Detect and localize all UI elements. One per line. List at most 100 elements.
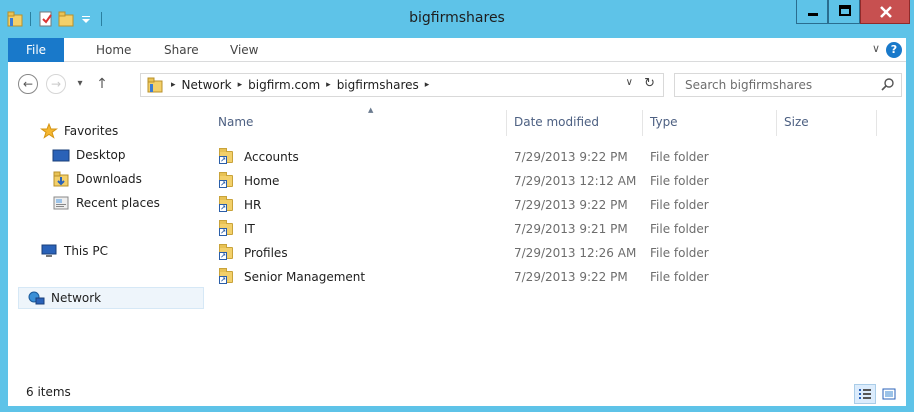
refresh-icon[interactable]: ↻ (644, 76, 655, 91)
forward-button[interactable]: → (46, 74, 66, 94)
address-dropdown-icon[interactable]: ∨ (626, 77, 633, 88)
breadcrumb-separator[interactable]: ▸ (171, 74, 176, 96)
table-row[interactable]: ↗ Home 7/29/2013 12:12 AM File folder (218, 170, 878, 192)
sort-ascending-icon: ▲ (368, 106, 374, 114)
shared-folder-icon: ↗ (218, 172, 234, 189)
file-date: 7/29/2013 9:22 PM (514, 270, 628, 284)
search-box[interactable] (674, 73, 902, 97)
breadcrumb-bigfirm-com[interactable]: bigfirm.com (248, 74, 320, 96)
column-header-size[interactable]: Size (784, 104, 809, 140)
recent-locations-button[interactable]: ▾ (70, 74, 90, 94)
file-type: File folder (650, 174, 709, 188)
content-area: Favorites Desktop Downloads Recent place… (8, 104, 906, 380)
breadcrumb-bigfirmshares[interactable]: bigfirmshares (337, 74, 419, 96)
shared-folder-icon: ↗ (218, 268, 234, 285)
ribbon-tabs: File Home Share View ∨ ? (8, 38, 906, 62)
maximize-icon (839, 5, 851, 16)
close-button[interactable] (860, 0, 910, 24)
file-list[interactable]: Name ▲ Date modified Type Size ↗ Account… (218, 104, 906, 380)
table-row[interactable]: ↗ Profiles 7/29/2013 12:26 AM File folde… (218, 242, 878, 264)
address-bar[interactable]: ▸ Network ▸ bigfirm.com ▸ bigfirmshares … (140, 73, 664, 97)
column-divider[interactable] (876, 110, 877, 136)
sidebar-item-favorites[interactable]: Favorites (39, 120, 119, 142)
table-row[interactable]: ↗ IT 7/29/2013 9:21 PM File folder (218, 218, 878, 240)
search-input[interactable] (675, 74, 875, 96)
downloads-icon (52, 171, 70, 187)
file-date: 7/29/2013 12:26 AM (514, 246, 637, 260)
navigation-pane[interactable]: Favorites Desktop Downloads Recent place… (8, 104, 208, 380)
expand-ribbon-button[interactable]: ∨ (872, 42, 880, 55)
file-type: File folder (650, 270, 709, 284)
breadcrumb-network[interactable]: Network (182, 74, 232, 96)
close-icon (880, 6, 892, 18)
details-view-button[interactable] (854, 384, 876, 404)
shared-folder-icon: ↗ (218, 196, 234, 213)
file-date: 7/29/2013 12:12 AM (514, 174, 637, 188)
file-date: 7/29/2013 9:21 PM (514, 222, 628, 236)
window-title: bigfirmshares (409, 10, 505, 26)
table-row[interactable]: ↗ Senior Management 7/29/2013 9:22 PM Fi… (218, 266, 878, 288)
maximize-button[interactable] (828, 0, 860, 24)
column-header-label: Date modified (514, 115, 600, 129)
network-icon (27, 290, 45, 306)
window-controls (796, 0, 910, 24)
breadcrumb-separator[interactable]: ▸ (425, 74, 430, 96)
column-divider[interactable] (776, 110, 777, 136)
sidebar-item-label: This PC (64, 244, 108, 258)
file-name: Accounts (244, 150, 299, 164)
computer-icon (40, 243, 58, 259)
file-name: Home (244, 174, 280, 188)
search-icon[interactable] (881, 77, 895, 91)
star-icon (39, 122, 59, 139)
details-view-icon (859, 389, 871, 399)
breadcrumb-separator[interactable]: ▸ (326, 74, 331, 96)
column-header-label: Type (650, 115, 678, 129)
file-name: Senior Management (244, 270, 366, 284)
sidebar-item-this-pc[interactable]: This PC (40, 240, 108, 262)
sidebar-item-downloads[interactable]: Downloads (52, 168, 142, 190)
network-folder-icon (147, 77, 165, 93)
column-header-name[interactable]: Name (218, 104, 253, 140)
table-row[interactable]: ↗ Accounts 7/29/2013 9:22 PM File folder (218, 146, 878, 168)
sidebar-item-label: Favorites (64, 124, 119, 138)
file-type: File folder (650, 246, 709, 260)
help-icon[interactable]: ? (886, 42, 902, 58)
sidebar-item-label: Recent places (76, 196, 160, 210)
shared-folder-icon: ↗ (218, 244, 234, 261)
file-name: IT (244, 222, 255, 236)
tab-share[interactable]: Share (164, 38, 199, 62)
file-type: File folder (650, 150, 709, 164)
sidebar-item-network[interactable]: Network (18, 287, 204, 309)
large-icons-view-button[interactable] (878, 384, 900, 404)
up-button[interactable]: ↑ (92, 74, 112, 94)
minimize-icon (808, 13, 818, 16)
minimize-button[interactable] (796, 0, 828, 24)
large-icons-view-icon (882, 388, 896, 400)
file-date: 7/29/2013 9:22 PM (514, 150, 628, 164)
column-header-label: Name (218, 115, 254, 129)
file-name: Profiles (244, 246, 288, 260)
desktop-icon (52, 147, 70, 163)
recent-places-icon (52, 195, 70, 211)
column-divider[interactable] (642, 110, 643, 136)
column-header-date[interactable]: Date modified (514, 104, 599, 140)
shared-folder-icon: ↗ (218, 148, 234, 165)
breadcrumb-separator[interactable]: ▸ (238, 74, 243, 96)
column-divider[interactable] (506, 110, 507, 136)
sidebar-item-desktop[interactable]: Desktop (52, 144, 126, 166)
sidebar-item-label: Downloads (76, 172, 142, 186)
sidebar-item-recent-places[interactable]: Recent places (52, 192, 160, 214)
tab-file[interactable]: File (8, 38, 64, 62)
explorer-window: bigfirmshares File Home Share View ∨ ? ←… (0, 0, 914, 412)
shared-folder-icon: ↗ (218, 220, 234, 237)
back-button[interactable]: ← (18, 74, 38, 94)
sidebar-item-label: Desktop (76, 148, 126, 162)
column-header-type[interactable]: Type (650, 104, 678, 140)
tab-home[interactable]: Home (96, 38, 131, 62)
file-type: File folder (650, 198, 709, 212)
status-bar: 6 items (8, 380, 906, 406)
table-row[interactable]: ↗ HR 7/29/2013 9:22 PM File folder (218, 194, 878, 216)
tab-view[interactable]: View (230, 38, 258, 62)
title-bar[interactable]: bigfirmshares (0, 0, 914, 38)
sidebar-item-label: Network (51, 291, 102, 305)
